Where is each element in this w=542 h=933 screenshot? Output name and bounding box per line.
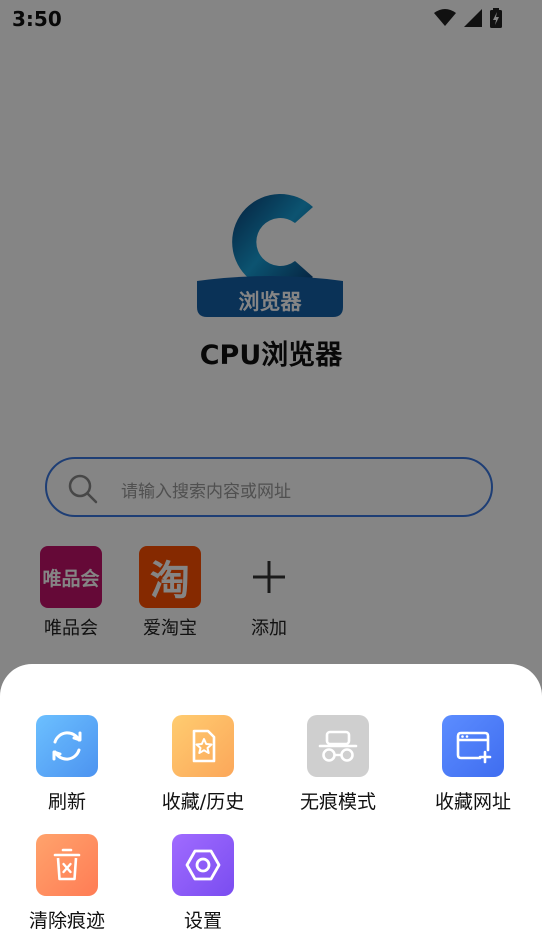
incognito-icon <box>307 715 369 777</box>
menu-label: 设置 <box>183 910 222 932</box>
menu-label: 刷新 <box>47 791 86 813</box>
menu-item-bookmark-url[interactable]: 收藏网址 <box>408 715 538 814</box>
menu-item-incognito[interactable]: 无痕模式 <box>273 715 403 814</box>
menu-sheet: 刷新 收藏/历史 无痕模式 收藏网址 清除痕迹 设置 <box>0 664 542 932</box>
refresh-icon <box>36 715 98 777</box>
menu-label: 清除痕迹 <box>28 910 105 932</box>
bookmark-star-icon <box>172 715 234 777</box>
menu-label: 无痕模式 <box>299 791 376 813</box>
menu-item-refresh[interactable]: 刷新 <box>2 715 132 814</box>
add-bookmark-icon <box>442 715 504 777</box>
menu-item-favorites-history[interactable]: 收藏/历史 <box>138 715 268 814</box>
trash-icon <box>36 834 98 896</box>
menu-label: 收藏网址 <box>434 791 511 813</box>
menu-item-settings[interactable]: 设置 <box>138 834 268 933</box>
menu-item-clear-traces[interactable]: 清除痕迹 <box>2 834 132 933</box>
menu-label: 收藏/历史 <box>161 791 245 813</box>
settings-hex-icon <box>172 834 234 896</box>
